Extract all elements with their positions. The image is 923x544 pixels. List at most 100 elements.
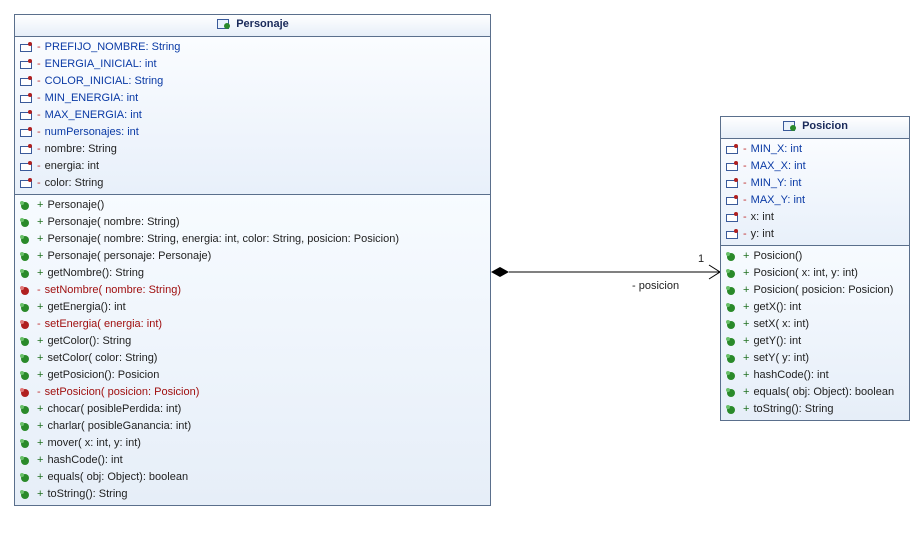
visibility-marker: - bbox=[37, 385, 41, 400]
attribute-text: nombre: String bbox=[45, 142, 117, 157]
class-icon bbox=[216, 18, 230, 30]
association-multiplicity: 1 bbox=[698, 253, 704, 265]
operation-text: toString(): String bbox=[753, 402, 833, 417]
operation-text: setX( x: int) bbox=[753, 317, 809, 332]
association-role: - posicion bbox=[632, 280, 679, 292]
visibility-marker: + bbox=[743, 317, 749, 332]
operation-text: toString(): String bbox=[47, 487, 127, 502]
class-box-personaje: Personaje - PREFIJO_NOMBRE: String- ENER… bbox=[14, 14, 491, 506]
operation-row: + Personaje( personaje: Personaje) bbox=[15, 248, 490, 265]
operation-row: + toString(): String bbox=[15, 486, 490, 503]
visibility-marker: - bbox=[37, 142, 41, 157]
method-icon bbox=[19, 302, 33, 314]
field-icon bbox=[725, 229, 739, 241]
method-icon bbox=[725, 251, 739, 263]
operation-row: + Personaje( nombre: String, energia: in… bbox=[15, 231, 490, 248]
operation-row: + Posicion( x: int, y: int) bbox=[721, 265, 909, 282]
operation-text: getColor(): String bbox=[47, 334, 131, 349]
attribute-row: - MAX_X: int bbox=[721, 158, 909, 175]
visibility-marker: + bbox=[743, 283, 749, 298]
visibility-marker: - bbox=[743, 142, 747, 157]
method-icon bbox=[19, 234, 33, 246]
attribute-row: - numPersonajes: int bbox=[15, 124, 490, 141]
field-icon bbox=[19, 93, 33, 105]
operation-row: + setY( y: int) bbox=[721, 350, 909, 367]
field-icon bbox=[725, 178, 739, 190]
operation-text: setColor( color: String) bbox=[47, 351, 157, 366]
operation-row: - setEnergia( energia: int) bbox=[15, 316, 490, 333]
operation-row: - setNombre( nombre: String) bbox=[15, 282, 490, 299]
method-icon bbox=[19, 336, 33, 348]
attribute-row: - MIN_ENERGIA: int bbox=[15, 90, 490, 107]
visibility-marker: - bbox=[37, 176, 41, 191]
attribute-row: - nombre: String bbox=[15, 141, 490, 158]
method-icon bbox=[725, 302, 739, 314]
visibility-marker: - bbox=[37, 108, 41, 123]
visibility-marker: - bbox=[37, 125, 41, 140]
attribute-row: - PREFIJO_NOMBRE: String bbox=[15, 39, 490, 56]
operation-text: Personaje( personaje: Personaje) bbox=[47, 249, 211, 264]
field-icon bbox=[19, 59, 33, 71]
operation-row: + chocar( posiblePerdida: int) bbox=[15, 401, 490, 418]
visibility-marker: + bbox=[37, 368, 43, 383]
class-header-personaje: Personaje bbox=[15, 15, 490, 37]
visibility-marker: - bbox=[743, 159, 747, 174]
visibility-marker: + bbox=[743, 385, 749, 400]
attribute-text: COLOR_INICIAL: String bbox=[45, 74, 164, 89]
attribute-row: - COLOR_INICIAL: String bbox=[15, 73, 490, 90]
class-icon bbox=[782, 120, 796, 132]
operation-row: + charlar( posibleGanancia: int) bbox=[15, 418, 490, 435]
field-icon bbox=[725, 144, 739, 156]
method-icon bbox=[725, 285, 739, 297]
operation-text: setPosicion( posicion: Posicion) bbox=[45, 385, 200, 400]
visibility-marker: + bbox=[37, 487, 43, 502]
field-icon bbox=[19, 42, 33, 54]
visibility-marker: + bbox=[743, 402, 749, 417]
operation-text: getNombre(): String bbox=[47, 266, 144, 281]
visibility-marker: + bbox=[743, 368, 749, 383]
visibility-marker: + bbox=[37, 334, 43, 349]
method-icon bbox=[19, 489, 33, 501]
attributes-section-posicion: - MIN_X: int- MAX_X: int- MIN_Y: int- MA… bbox=[721, 139, 909, 246]
visibility-marker: - bbox=[743, 193, 747, 208]
visibility-marker: + bbox=[37, 436, 43, 451]
operation-text: Posicion( x: int, y: int) bbox=[753, 266, 858, 281]
operation-row: + hashCode(): int bbox=[721, 367, 909, 384]
method-icon bbox=[725, 353, 739, 365]
operation-text: getY(): int bbox=[753, 334, 801, 349]
visibility-marker: - bbox=[37, 57, 41, 72]
attribute-row: - ENERGIA_INICIAL: int bbox=[15, 56, 490, 73]
attribute-text: MIN_Y: int bbox=[751, 176, 802, 191]
operation-text: Posicion() bbox=[753, 249, 802, 264]
attribute-text: MAX_ENERGIA: int bbox=[45, 108, 142, 123]
class-box-posicion: Posicion - MIN_X: int- MAX_X: int- MIN_Y… bbox=[720, 116, 910, 421]
operation-text: getX(): int bbox=[753, 300, 801, 315]
visibility-marker: + bbox=[37, 300, 43, 315]
operation-row: + setX( x: int) bbox=[721, 316, 909, 333]
operation-row: + getEnergia(): int bbox=[15, 299, 490, 316]
operations-section-posicion: + Posicion()+ Posicion( x: int, y: int)+… bbox=[721, 246, 909, 420]
visibility-marker: + bbox=[37, 402, 43, 417]
operation-row: - setPosicion( posicion: Posicion) bbox=[15, 384, 490, 401]
attribute-row: - energia: int bbox=[15, 158, 490, 175]
visibility-marker: + bbox=[743, 266, 749, 281]
method-icon bbox=[725, 404, 739, 416]
attribute-row: - MIN_Y: int bbox=[721, 175, 909, 192]
visibility-marker: - bbox=[37, 159, 41, 174]
operation-text: charlar( posibleGanancia: int) bbox=[47, 419, 191, 434]
operation-row: + Personaje( nombre: String) bbox=[15, 214, 490, 231]
attribute-text: MAX_Y: int bbox=[751, 193, 805, 208]
attribute-row: - y: int bbox=[721, 226, 909, 243]
operation-row: + setColor( color: String) bbox=[15, 350, 490, 367]
visibility-marker: + bbox=[743, 300, 749, 315]
attribute-text: x: int bbox=[751, 210, 774, 225]
visibility-marker: - bbox=[37, 283, 41, 298]
operation-text: setNombre( nombre: String) bbox=[45, 283, 181, 298]
method-icon bbox=[725, 319, 739, 331]
field-icon bbox=[19, 144, 33, 156]
operation-row: + toString(): String bbox=[721, 401, 909, 418]
visibility-marker: - bbox=[743, 176, 747, 191]
attribute-text: PREFIJO_NOMBRE: String bbox=[45, 40, 181, 55]
class-name: Personaje bbox=[236, 18, 289, 30]
method-icon bbox=[19, 268, 33, 280]
